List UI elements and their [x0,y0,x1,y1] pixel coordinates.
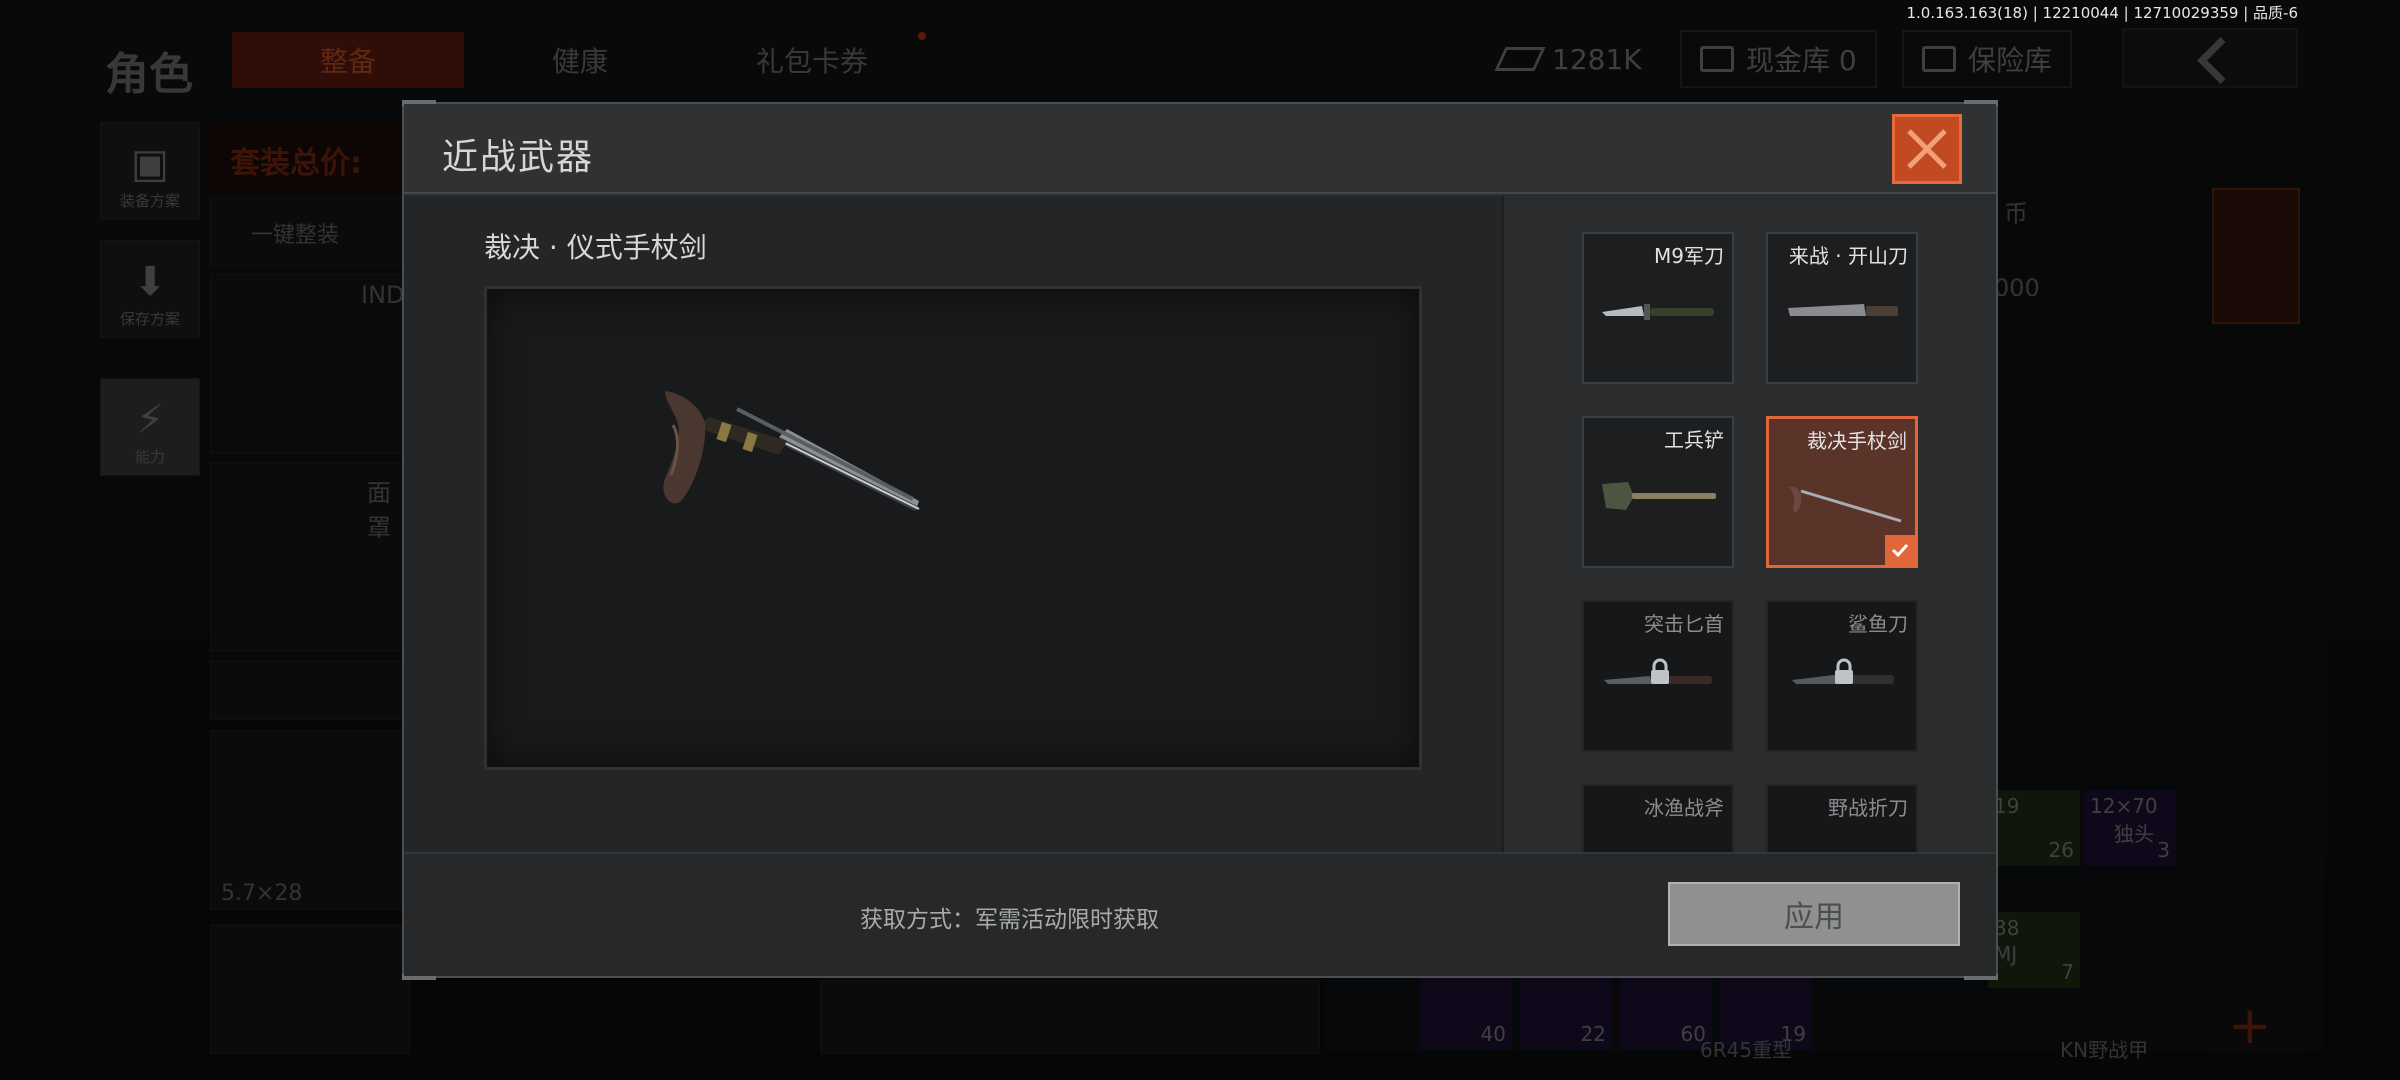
dialog-header: 近战武器 [404,104,1996,194]
set-price-label: 套装总价: [230,146,362,181]
weapon-item-ice-axe[interactable]: 冰渔战斧 [1582,784,1734,852]
armor-label: KN野战甲 [2060,1038,2149,1062]
ammo-12x70-label: 12×70 [2090,794,2158,818]
weapon-slot[interactable]: 5.7×28 [210,730,410,910]
weapon-item-machete[interactable]: 来战 · 开山刀 [1766,232,1918,384]
download-icon: ⬇ [133,259,167,305]
coin-label: 币 [2004,200,2028,228]
lock-icon [1651,658,1669,684]
selected-check-icon [1885,535,1915,565]
category-melee-active[interactable] [2212,188,2300,324]
dialog-title: 近战武器 [442,137,595,178]
vest-icon: ▣ [131,141,169,187]
ammo-12x70[interactable]: 12×70 独头 3 [2084,790,2176,866]
ammo-slot-19[interactable]: 19 26 [1988,790,2080,866]
weapon-list: M9军刀 来战 · 开山刀 工兵铲 裁决手杖剑 突击匕首 鲨鱼刀 冰渔战斧 野战… [1502,196,1996,852]
close-icon [1907,129,1947,169]
ability-label: 能力 [134,448,165,466]
weapon-item-label: M9军刀 [1654,244,1724,268]
version-info: 1.0.163.163(18) | 12210044 | 12710029359… [1906,4,2299,22]
ammo-count: 7 [2061,960,2074,984]
ammo-slug-label: 独头 [2114,822,2154,846]
weapon-preview-area: 裁决 · 仪式手杖剑 [404,196,1502,852]
armor-label: 6R45重型 [1700,1038,1793,1062]
cash-vault-button[interactable]: 现金库 0 [1680,30,1877,88]
currency-value: 1281K [1552,42,1642,76]
knife-icon [1602,304,1714,320]
insurance-label: 保险库 [1968,44,2053,77]
acquire-method-text: 获取方式：军需活动限时获取 [860,907,1159,933]
helmet-label: IND [361,281,405,309]
weapon-item-label: 冰渔战斧 [1644,796,1724,820]
weapon-item-label: 工兵铲 [1664,428,1724,452]
ammo-count: 22 [1580,1022,1606,1046]
cane-sword-image [663,391,920,511]
tab-health[interactable]: 健康 [500,32,660,88]
weapon-item-assault-dagger[interactable]: 突击匕首 [1582,600,1734,752]
ammo-count: 40 [1480,1022,1506,1046]
apply-button[interactable]: 应用 [1668,882,1960,946]
loadout-plan-button[interactable]: ▣ 装备方案 [100,122,200,220]
shovel-icon [1602,482,1716,510]
cash-vault-label: 现金库 0 [1746,44,1857,77]
tab-gift-cards[interactable]: 礼包卡券 [720,32,904,88]
add-icon[interactable]: + [2228,996,2272,1056]
ammo-slot[interactable]: 60 [1620,974,1712,1050]
empty-slot[interactable] [210,660,410,720]
coin-value: 000 [1994,274,2040,302]
weapon-item-label: 来战 · 开山刀 [1788,244,1908,268]
set-price-banner: 套装总价: [210,122,410,192]
weapon-item-field-knife[interactable]: 野战折刀 [1766,784,1918,852]
weapon-preview[interactable] [484,286,1422,770]
vault-icon [1700,46,1734,72]
ammo-slot-38[interactable]: 38 MJ 7 [1988,912,2080,988]
quick-equip-button[interactable]: 一键整装 [210,196,410,266]
weapon-item-label: 鲨鱼刀 [1848,612,1908,636]
quick-equip-label: 一键整装 [251,223,340,248]
helmet-slot[interactable]: IND [210,274,410,454]
caliber-label: 5.7×28 [221,881,303,906]
save-plan-button[interactable]: ⬇ 保存方案 [100,240,200,338]
cane-sword-icon [1789,486,1902,523]
save-plan-label: 保存方案 [119,310,180,328]
currency-display: 1281K [1494,30,1642,88]
close-button[interactable] [1892,114,1962,184]
ammo-slot[interactable]: 40 [1420,974,1512,1050]
tab-equip[interactable]: 整备 [232,32,464,88]
weapon-name: 裁决 · 仪式手杖剑 [484,231,707,264]
ammo-slot[interactable]: 22 [1520,974,1612,1050]
notification-dot [918,32,926,40]
mask-slot[interactable]: 面罩 [210,462,410,652]
ammo-count: 26 [2048,838,2074,862]
backpack-slot[interactable] [820,980,1320,1054]
weapon-item-m9[interactable]: M9军刀 [1582,232,1734,384]
weapon-item-label: 裁决手杖剑 [1807,429,1907,453]
insurance-button[interactable]: 保险库 [1902,30,2073,88]
weapon-item-shovel[interactable]: 工兵铲 [1582,416,1734,568]
cash-stack-icon [1494,47,1546,71]
weapon-item-label: 突击匕首 [1644,612,1724,636]
weapon-item-cane-sword[interactable]: 裁决手杖剑 [1766,416,1918,568]
ammo-count: 3 [2157,838,2170,862]
weapon-item-label: 野战折刀 [1828,796,1908,820]
top-bar: 角色 整备 健康 礼包卡券 1281K 现金库 0 保险库 [0,20,2400,100]
lock-icon [1835,658,1853,684]
safe-icon [1922,46,1956,72]
page-title: 角色 [105,49,193,100]
loadout-plan-label: 装备方案 [119,192,180,210]
back-button[interactable] [2122,28,2298,88]
melee-weapon-dialog: 近战武器 裁决 · 仪式手杖剑 M9军刀 来战 · 开山刀 工兵铲 裁决手杖剑 … [402,100,1998,980]
ability-button[interactable]: ⚡ 能力 [100,378,200,476]
machete-icon [1788,304,1898,316]
category-sidebar [2212,122,2300,1052]
weapon-item-shark-knife[interactable]: 鲨鱼刀 [1766,600,1918,752]
secondary-slot[interactable] [210,924,410,1054]
dialog-footer: 获取方式：军需活动限时获取 应用 [404,852,1996,976]
lightning-icon: ⚡ [135,397,165,443]
left-panel: ▣ 装备方案 ⬇ 保存方案 ⚡ 能力 [100,122,200,722]
